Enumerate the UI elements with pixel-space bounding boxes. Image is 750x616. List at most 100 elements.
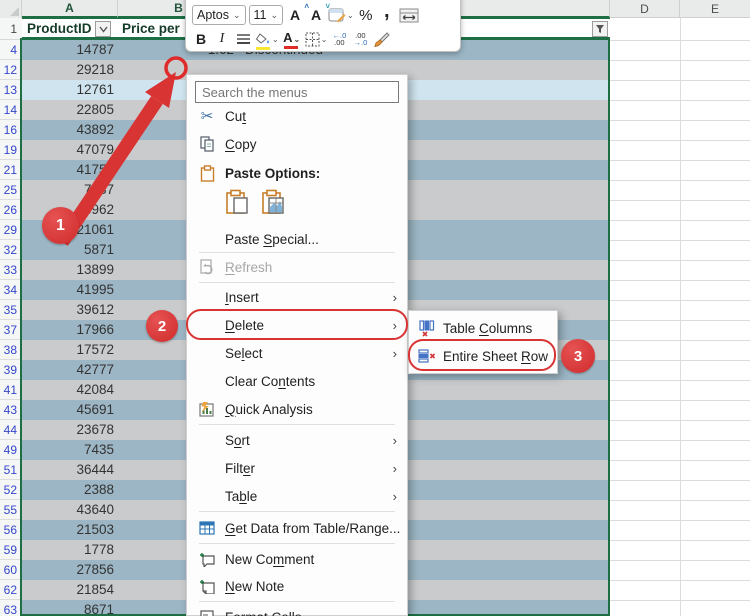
row-number[interactable]: 62 — [0, 580, 22, 600]
increase-decimal-button[interactable]: .00 →.0 — [351, 29, 369, 49]
cell-productid[interactable]: 17966 — [22, 320, 114, 340]
decrease-font-size-button[interactable]: A ˅ — [307, 5, 325, 25]
increase-font-size-button[interactable]: A ˄ — [286, 5, 304, 25]
cell-productid[interactable]: 42777 — [22, 360, 114, 380]
paste-keep-source-formatting-icon[interactable] — [261, 189, 285, 220]
menu-item-new-comment[interactable]: New Comment — [189, 545, 405, 573]
row-number[interactable]: 59 — [0, 540, 22, 560]
font-color-button[interactable]: A ⌄ — [282, 29, 302, 49]
cell-styles-button[interactable]: ⌄ — [328, 5, 354, 25]
menu-item-insert[interactable]: Insert › — [189, 283, 405, 311]
row-number[interactable]: 26 — [0, 200, 22, 220]
menu-item-copy[interactable]: Copy — [189, 130, 405, 158]
row-number[interactable]: 35 — [0, 300, 22, 320]
cell-productid[interactable]: 21854 — [22, 580, 114, 600]
cell-productid[interactable]: 41995 — [22, 280, 114, 300]
cell-productid[interactable]: 7435 — [22, 440, 114, 460]
submenu-item-table-columns[interactable]: Table Columns — [411, 314, 555, 342]
cell-productid[interactable]: 41758 — [22, 160, 114, 180]
row-number[interactable]: 44 — [0, 420, 22, 440]
cell-productid[interactable]: 13899 — [22, 260, 114, 280]
menu-item-new-note[interactable]: New Note — [189, 572, 405, 600]
filter-dropdown-button[interactable] — [95, 21, 111, 37]
autofit-button[interactable] — [399, 5, 419, 25]
menu-item-sort[interactable]: Sort › — [189, 426, 405, 454]
row-number[interactable]: 32 — [0, 240, 22, 260]
cell-productid[interactable]: 2388 — [22, 480, 114, 500]
cell-productid[interactable]: 36444 — [22, 460, 114, 480]
row-number[interactable]: 14 — [0, 100, 22, 120]
format-painter-button[interactable] — [372, 29, 390, 49]
cell-productid[interactable]: 14787 — [22, 40, 114, 60]
menu-item-get-data[interactable]: Get Data from Table/Range... — [189, 514, 405, 542]
cell-productid[interactable]: 42084 — [22, 380, 114, 400]
fill-color-button[interactable]: ⌄ — [255, 29, 279, 49]
select-all-corner[interactable] — [0, 0, 22, 18]
row-number[interactable]: 19 — [0, 140, 22, 160]
row-number[interactable]: 4 — [0, 40, 22, 60]
row-number[interactable]: 49 — [0, 440, 22, 460]
filter-funnel-button[interactable] — [592, 21, 608, 37]
row-number[interactable]: 21 — [0, 160, 22, 180]
submenu-item-entire-sheet-row[interactable]: Entire Sheet Row — [411, 342, 555, 370]
row-number[interactable]: 1 — [0, 18, 22, 40]
paste-icon[interactable] — [225, 189, 249, 220]
cell-productid[interactable]: 43640 — [22, 500, 114, 520]
cell-productid[interactable]: 22805 — [22, 100, 114, 120]
font-size-select[interactable]: 11 ⌄ — [249, 5, 284, 25]
percent-style-button[interactable]: % — [357, 5, 375, 25]
menu-item-quick-analysis[interactable]: Quick Analysis — [189, 395, 405, 423]
font-name-select[interactable]: Aptos ⌄ — [192, 5, 246, 25]
cell-productid[interactable]: 39612 — [22, 300, 114, 320]
border-grid-button[interactable]: ⌄ — [305, 29, 328, 49]
menu-item-clear-contents[interactable]: Clear Contents — [189, 367, 405, 395]
bold-button[interactable]: B — [192, 29, 210, 49]
cell-productid[interactable]: 12761 — [22, 80, 114, 100]
search-input[interactable] — [195, 81, 399, 103]
column-header-d[interactable]: D — [610, 0, 680, 18]
row-number[interactable]: 33 — [0, 260, 22, 280]
italic-button[interactable]: I — [213, 29, 231, 49]
row-number[interactable]: 12 — [0, 60, 22, 80]
row-number[interactable]: 51 — [0, 460, 22, 480]
row-number[interactable]: 41 — [0, 380, 22, 400]
row-number[interactable]: 25 — [0, 180, 22, 200]
column-header-e[interactable]: E — [680, 0, 750, 18]
comma-style-button[interactable]: , — [378, 1, 396, 29]
row-number[interactable]: 63 — [0, 600, 22, 616]
borders-button[interactable] — [234, 29, 252, 49]
menu-item-paste-special[interactable]: Paste Special... — [189, 225, 405, 253]
row-number[interactable]: 52 — [0, 480, 22, 500]
cell-productid[interactable]: 47079 — [22, 140, 114, 160]
column-header-a[interactable]: A — [22, 0, 118, 18]
row-number[interactable]: 55 — [0, 500, 22, 520]
menu-item-delete[interactable]: Delete › — [189, 311, 405, 339]
menu-item-filter[interactable]: Filter › — [189, 454, 405, 482]
cell-productid[interactable]: 21503 — [22, 520, 114, 540]
row-number[interactable]: 60 — [0, 560, 22, 580]
menu-item-cut[interactable]: ✂ Cut — [189, 102, 405, 130]
cell-productid[interactable]: 29218 — [22, 60, 114, 80]
row-number[interactable]: 56 — [0, 520, 22, 540]
row-number[interactable]: 13 — [0, 80, 22, 100]
cell-productid[interactable]: 5871 — [22, 240, 114, 260]
cell-productid[interactable]: 1778 — [22, 540, 114, 560]
cell-productid[interactable]: 45691 — [22, 400, 114, 420]
cell-productid[interactable]: 27856 — [22, 560, 114, 580]
row-number[interactable]: 37 — [0, 320, 22, 340]
row-number[interactable]: 16 — [0, 120, 22, 140]
cell-productid[interactable]: 7787 — [22, 180, 114, 200]
menu-item-select[interactable]: Select › — [189, 339, 405, 367]
cell-productid[interactable]: 8671 — [22, 600, 114, 616]
row-number[interactable]: 29 — [0, 220, 22, 240]
decrease-decimal-button[interactable]: ←.0 .00 — [330, 29, 348, 49]
cell-productid[interactable]: 43892 — [22, 120, 114, 140]
menu-item-format-cells[interactable]: Format Cells — [189, 603, 405, 616]
cell-productid[interactable]: 17572 — [22, 340, 114, 360]
menu-item-table[interactable]: Table › — [189, 482, 405, 510]
row-number[interactable]: 43 — [0, 400, 22, 420]
cell-productid[interactable]: 23678 — [22, 420, 114, 440]
row-number[interactable]: 34 — [0, 280, 22, 300]
row-number[interactable]: 39 — [0, 360, 22, 380]
row-number[interactable]: 38 — [0, 340, 22, 360]
